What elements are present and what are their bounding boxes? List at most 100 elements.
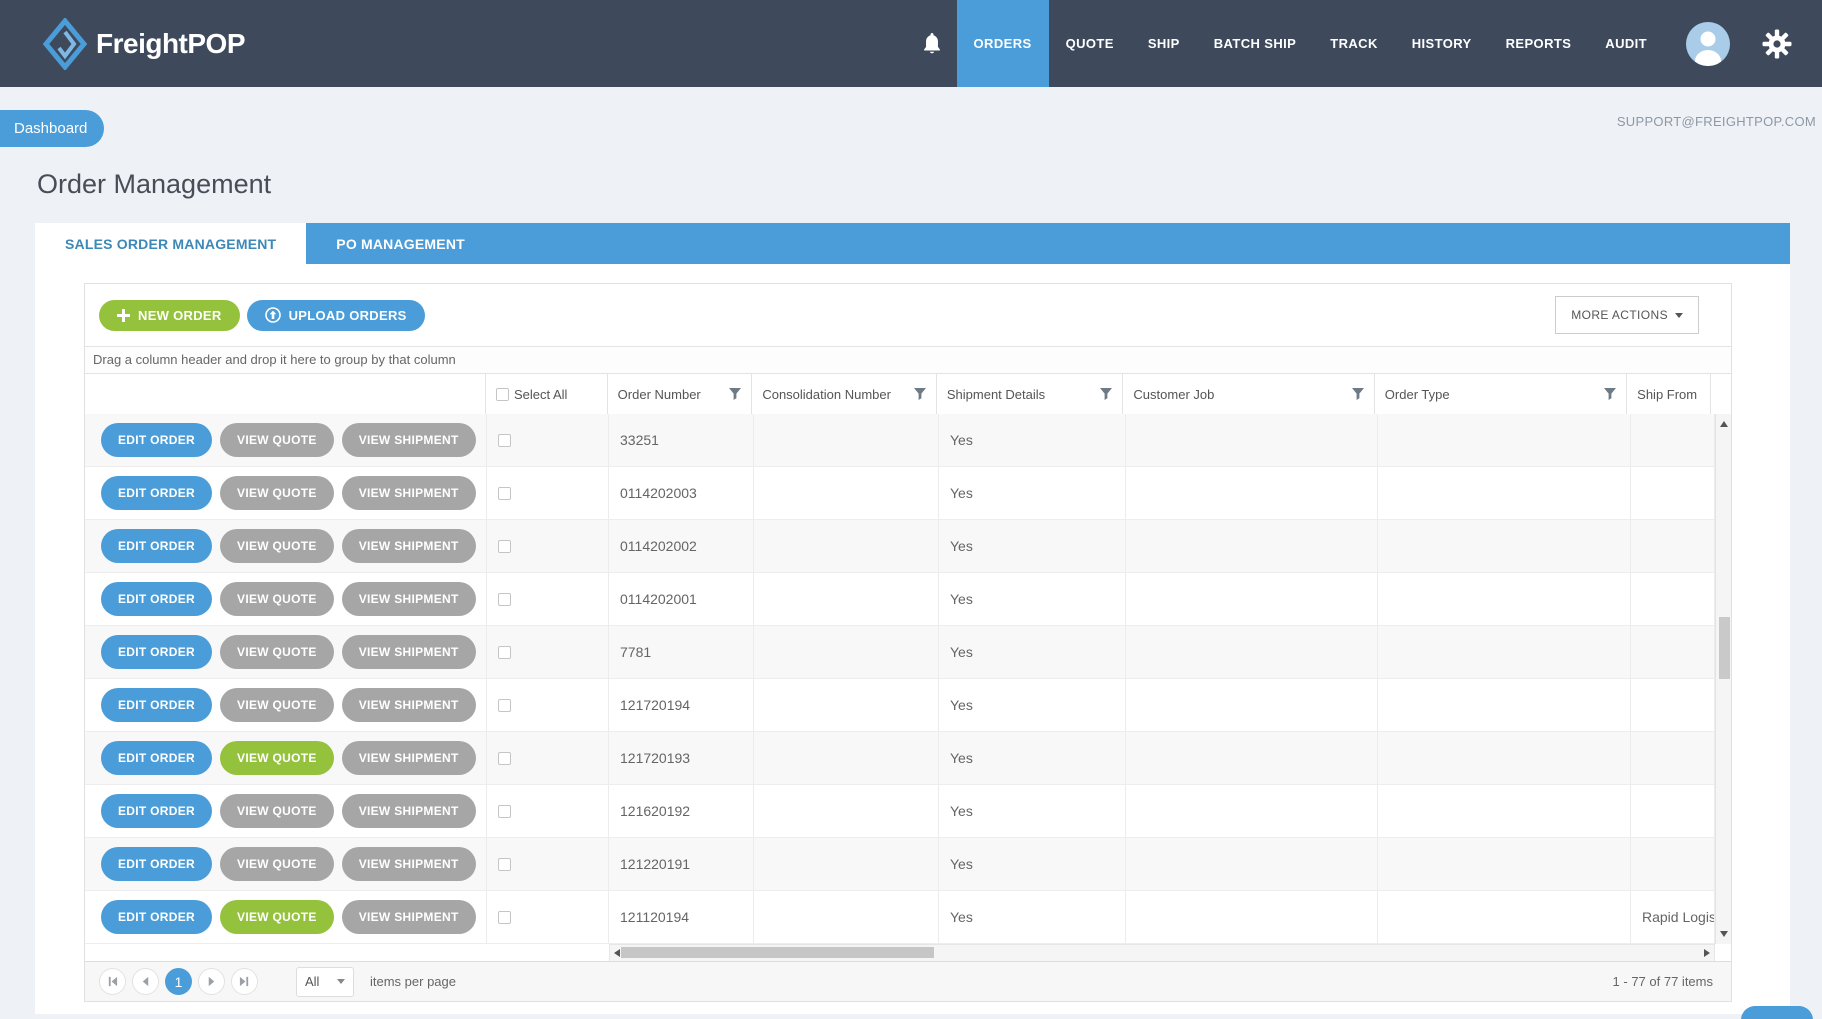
notifications-button[interactable] xyxy=(907,0,957,87)
edit-order-button[interactable]: EDIT ORDER xyxy=(101,794,212,828)
row-checkbox[interactable] xyxy=(498,434,511,447)
scroll-right-arrow-icon[interactable] xyxy=(1700,945,1714,961)
edit-order-button[interactable]: EDIT ORDER xyxy=(101,847,212,881)
page-size-select[interactable]: All xyxy=(296,967,354,997)
view-shipment-button[interactable]: VIEW SHIPMENT xyxy=(342,582,476,616)
row-checkbox[interactable] xyxy=(498,699,511,712)
dashboard-button[interactable]: Dashboard xyxy=(0,110,104,147)
pager-last-button[interactable] xyxy=(231,968,258,995)
view-shipment-button[interactable]: VIEW SHIPMENT xyxy=(342,423,476,457)
chat-button[interactable] xyxy=(1741,1006,1813,1019)
nav-item-audit[interactable]: AUDIT xyxy=(1588,0,1664,87)
order-type-cell xyxy=(1378,891,1631,943)
customer-job-cell xyxy=(1126,891,1378,943)
column-header-order-type[interactable]: Order Type xyxy=(1375,374,1627,414)
ship-from-co-cell xyxy=(1631,732,1715,784)
nav-item-ship[interactable]: SHIP xyxy=(1131,0,1197,87)
nav-item-track[interactable]: TRACK xyxy=(1313,0,1395,87)
filter-icon[interactable] xyxy=(1100,388,1112,400)
view-shipment-button[interactable]: VIEW SHIPMENT xyxy=(342,847,476,881)
nav-item-quote[interactable]: QUOTE xyxy=(1049,0,1131,87)
edit-order-button[interactable]: EDIT ORDER xyxy=(101,741,212,775)
row-checkbox[interactable] xyxy=(498,805,511,818)
edit-order-button[interactable]: EDIT ORDER xyxy=(101,688,212,722)
view-quote-button[interactable]: VIEW QUOTE xyxy=(220,900,334,934)
pager-previous-button[interactable] xyxy=(132,968,159,995)
bell-icon xyxy=(921,32,943,56)
view-shipment-button[interactable]: VIEW SHIPMENT xyxy=(342,794,476,828)
nav-item-reports[interactable]: REPORTS xyxy=(1489,0,1589,87)
new-order-button[interactable]: NEW ORDER xyxy=(99,300,240,331)
view-quote-button[interactable]: VIEW QUOTE xyxy=(220,794,334,828)
nav-item-history[interactable]: HISTORY xyxy=(1395,0,1489,87)
brand-logo[interactable]: FreightPOP xyxy=(42,18,245,70)
edit-order-button[interactable]: EDIT ORDER xyxy=(101,529,212,563)
horizontal-scrollbar-thumb[interactable] xyxy=(621,947,934,958)
ship-from-co-cell xyxy=(1631,679,1715,731)
filter-icon[interactable] xyxy=(1604,388,1616,400)
view-quote-button[interactable]: VIEW QUOTE xyxy=(220,741,334,775)
filter-icon[interactable] xyxy=(729,388,741,400)
row-checkbox[interactable] xyxy=(498,593,511,606)
order-type-cell xyxy=(1378,414,1631,466)
column-header-shipment-details[interactable]: Shipment Details xyxy=(937,374,1124,414)
upload-orders-button[interactable]: UPLOAD ORDERS xyxy=(247,300,425,331)
row-checkbox[interactable] xyxy=(498,911,511,924)
vertical-scrollbar[interactable] xyxy=(1715,414,1731,944)
select-all-checkbox[interactable] xyxy=(496,388,509,401)
more-actions-button[interactable]: MORE ACTIONS xyxy=(1555,296,1699,334)
scroll-up-arrow-icon[interactable] xyxy=(1716,417,1731,431)
view-quote-button[interactable]: VIEW QUOTE xyxy=(220,582,334,616)
column-header-order-number[interactable]: Order Number xyxy=(608,374,753,414)
column-header-actions xyxy=(85,374,486,414)
view-shipment-button[interactable]: VIEW SHIPMENT xyxy=(342,476,476,510)
view-quote-button[interactable]: VIEW QUOTE xyxy=(220,476,334,510)
horizontal-scrollbar[interactable] xyxy=(609,944,1715,961)
vertical-scrollbar-thumb[interactable] xyxy=(1719,617,1730,679)
scroll-down-arrow-icon[interactable] xyxy=(1716,927,1731,941)
view-quote-button[interactable]: VIEW QUOTE xyxy=(220,847,334,881)
row-checkbox[interactable] xyxy=(498,487,511,500)
customer-job-cell xyxy=(1126,679,1378,731)
view-shipment-button[interactable]: VIEW SHIPMENT xyxy=(342,900,476,934)
row-checkbox[interactable] xyxy=(498,752,511,765)
column-header-ship-from-co[interactable]: Ship From Co xyxy=(1627,374,1711,414)
tab-po-management[interactable]: PO MANAGEMENT xyxy=(306,223,495,264)
shipment-details-cell: Yes xyxy=(939,467,1126,519)
row-checkbox[interactable] xyxy=(498,540,511,553)
pager-current-page[interactable]: 1 xyxy=(165,968,192,995)
view-quote-button[interactable]: VIEW QUOTE xyxy=(220,635,334,669)
row-checkbox[interactable] xyxy=(498,858,511,871)
edit-order-button[interactable]: EDIT ORDER xyxy=(101,476,212,510)
tab-sales-order-management[interactable]: SALES ORDER MANAGEMENT xyxy=(35,223,306,264)
shipment-details-cell: Yes xyxy=(939,414,1126,466)
view-shipment-button[interactable]: VIEW SHIPMENT xyxy=(342,688,476,722)
filter-icon[interactable] xyxy=(914,388,926,400)
view-quote-button[interactable]: VIEW QUOTE xyxy=(220,529,334,563)
column-header-consolidation-number[interactable]: Consolidation Number xyxy=(752,374,937,414)
support-email[interactable]: SUPPORT@FREIGHTPOP.COM xyxy=(1617,114,1816,129)
view-shipment-button[interactable]: VIEW SHIPMENT xyxy=(342,741,476,775)
order-number-cell: 0114202003 xyxy=(609,467,754,519)
column-header-customer-job[interactable]: Customer Job xyxy=(1123,374,1374,414)
edit-order-button[interactable]: EDIT ORDER xyxy=(101,582,212,616)
consolidation-number-cell xyxy=(754,891,939,943)
view-shipment-button[interactable]: VIEW SHIPMENT xyxy=(342,635,476,669)
edit-order-button[interactable]: EDIT ORDER xyxy=(101,423,212,457)
pager-first-button[interactable] xyxy=(99,968,126,995)
pager-next-button[interactable] xyxy=(198,968,225,995)
nav-item-batch-ship[interactable]: BATCH SHIP xyxy=(1197,0,1313,87)
view-shipment-button[interactable]: VIEW SHIPMENT xyxy=(342,529,476,563)
view-quote-button[interactable]: VIEW QUOTE xyxy=(220,688,334,722)
view-quote-button[interactable]: VIEW QUOTE xyxy=(220,423,334,457)
filter-icon[interactable] xyxy=(1352,388,1364,400)
shipment-details-cell: Yes xyxy=(939,626,1126,678)
settings-button[interactable] xyxy=(1744,0,1822,87)
row-checkbox[interactable] xyxy=(498,646,511,659)
pager-next-icon xyxy=(206,976,217,987)
nav-item-orders[interactable]: ORDERS xyxy=(957,0,1049,87)
edit-order-button[interactable]: EDIT ORDER xyxy=(101,635,212,669)
customer-job-cell xyxy=(1126,785,1378,837)
user-avatar[interactable] xyxy=(1664,0,1744,87)
edit-order-button[interactable]: EDIT ORDER xyxy=(101,900,212,934)
